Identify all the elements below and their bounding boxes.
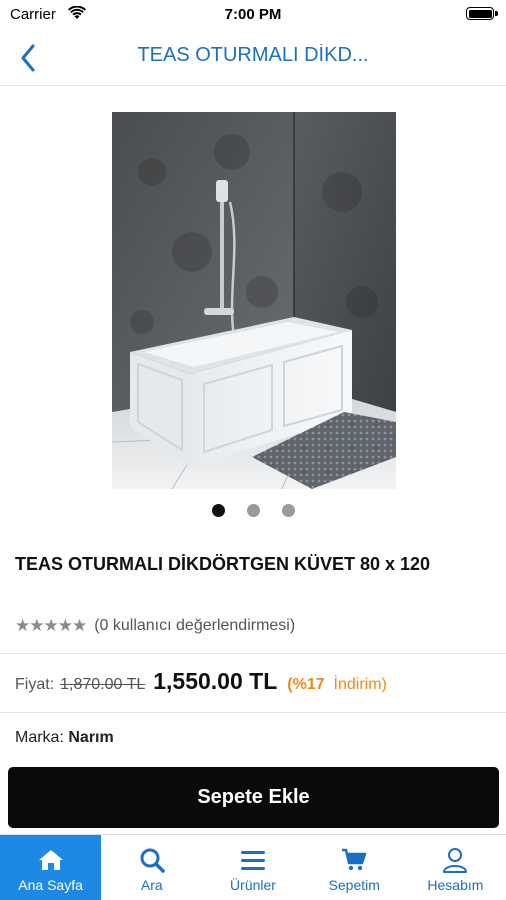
brand-label: Marka: xyxy=(15,729,64,746)
rating-count-text: (0 kullanıcı değerlendirmesi) xyxy=(94,617,296,634)
rating-row[interactable]: ★★★★★ (0 kullanıcı değerlendirmesi) xyxy=(15,616,295,636)
chevron-left-icon xyxy=(21,44,35,72)
home-icon xyxy=(37,846,65,874)
tab-products[interactable]: Ürünler xyxy=(202,835,303,900)
tab-account[interactable]: Hesabım xyxy=(405,835,506,900)
tab-cart[interactable]: Sepetim xyxy=(304,835,405,900)
tab-label: Sepetim xyxy=(328,877,380,893)
image-pager[interactable] xyxy=(0,504,506,517)
tab-bar: Ana Sayfa Ara Ürünler Sepetim Hesabım xyxy=(0,834,506,900)
tab-label: Ara xyxy=(140,877,163,893)
status-bar: Carrier 7:00 PM xyxy=(0,0,506,30)
discount-badge: (%17 İndirim) xyxy=(287,676,387,694)
brand-value: Narım xyxy=(68,729,114,746)
product-title: TEAS OTURMALI DİKDÖRTGEN KÜVET 80 x 120 xyxy=(15,554,431,574)
pager-dot-1[interactable] xyxy=(211,504,225,517)
battery-icon xyxy=(466,7,494,20)
battery-tip xyxy=(495,11,498,16)
pager-dot-2[interactable] xyxy=(246,504,260,517)
page-title: TEAS OTURMALI DİKD... xyxy=(137,44,369,66)
brand-row: Marka: Narım xyxy=(15,729,114,747)
search-icon xyxy=(138,846,166,874)
divider xyxy=(0,653,506,654)
old-price: 1,870.00 TL xyxy=(60,676,146,693)
navigation-bar: TEAS OTURMALI DİKD... xyxy=(0,30,506,86)
discount-word: İndirim) xyxy=(333,676,387,693)
tab-home[interactable]: Ana Sayfa xyxy=(0,835,102,900)
back-button[interactable] xyxy=(8,38,48,78)
divider xyxy=(0,712,506,713)
new-price: 1,550.00 TL xyxy=(153,668,278,694)
product-image[interactable] xyxy=(112,112,396,489)
price-row: Fiyat: 1,870.00 TL 1,550.00 TL (%17 İndi… xyxy=(15,668,387,695)
cart-icon xyxy=(340,846,368,874)
discount-percent: (%17 xyxy=(287,676,325,693)
rating-stars-icon: ★★★★★ xyxy=(15,616,87,635)
tab-label: Ürünler xyxy=(230,877,276,893)
pager-dot-3[interactable] xyxy=(281,504,295,517)
menu-icon xyxy=(239,846,267,874)
clock-label: 7:00 PM xyxy=(224,6,282,23)
price-label: Fiyat: xyxy=(15,676,55,693)
user-icon xyxy=(441,846,469,874)
add-to-cart-button[interactable]: Sepete Ekle xyxy=(8,767,499,828)
tab-label: Ana Sayfa xyxy=(18,877,83,893)
tab-search[interactable]: Ara xyxy=(101,835,202,900)
tab-label: Hesabım xyxy=(427,877,484,893)
